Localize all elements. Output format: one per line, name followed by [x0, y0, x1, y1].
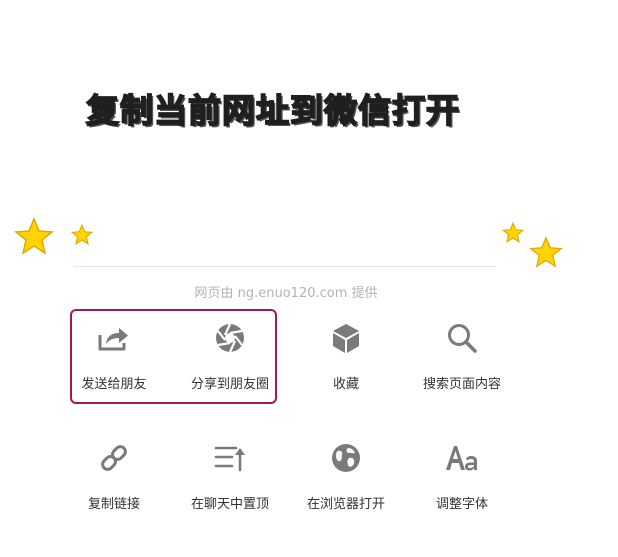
- adjust-font-button[interactable]: 调整字体: [404, 438, 520, 512]
- globe-icon: [326, 438, 366, 478]
- search-icon: [442, 318, 482, 358]
- action-label: 调整字体: [435, 497, 488, 512]
- action-row-1: 发送给朋友 分享到朋友圈 收藏 搜索页面内容: [56, 318, 520, 392]
- share-to-moments-button[interactable]: 分享到朋友圈: [172, 318, 288, 392]
- action-label: 发送给朋友: [81, 377, 147, 392]
- link-icon: [94, 438, 134, 478]
- star-icon: [71, 224, 93, 245]
- headline-instruction: 复制当前网址到微信打开: [85, 90, 460, 131]
- action-label: 分享到朋友圈: [190, 377, 269, 392]
- action-label: 在聊天中置顶: [190, 497, 269, 512]
- cube-icon: [326, 318, 366, 358]
- action-row-2: 复制链接 在聊天中置顶 在浏览器打开 调整字体: [56, 438, 520, 512]
- divider: [74, 266, 496, 267]
- share-arrow-icon: [94, 318, 134, 358]
- send-to-friend-button[interactable]: 发送给朋友: [56, 318, 172, 392]
- pin-chat-button[interactable]: 在聊天中置顶: [172, 438, 288, 512]
- star-icon: [529, 236, 563, 268]
- action-label: 收藏: [332, 377, 359, 392]
- provider-text: 网页由 ng.enuo120.com 提供: [194, 286, 378, 301]
- font-size-icon: [442, 438, 482, 478]
- camera-aperture-icon: [210, 318, 250, 358]
- favorite-button[interactable]: 收藏: [288, 318, 404, 392]
- action-label: 搜索页面内容: [422, 377, 501, 392]
- copy-link-button[interactable]: 复制链接: [56, 438, 172, 512]
- star-icon: [14, 217, 54, 255]
- search-page-button[interactable]: 搜索页面内容: [404, 318, 520, 392]
- action-label: 在浏览器打开: [306, 497, 385, 512]
- action-label: 复制链接: [87, 497, 140, 512]
- star-icon: [502, 222, 524, 243]
- pin-top-icon: [210, 438, 250, 478]
- open-in-browser-button[interactable]: 在浏览器打开: [288, 438, 404, 512]
